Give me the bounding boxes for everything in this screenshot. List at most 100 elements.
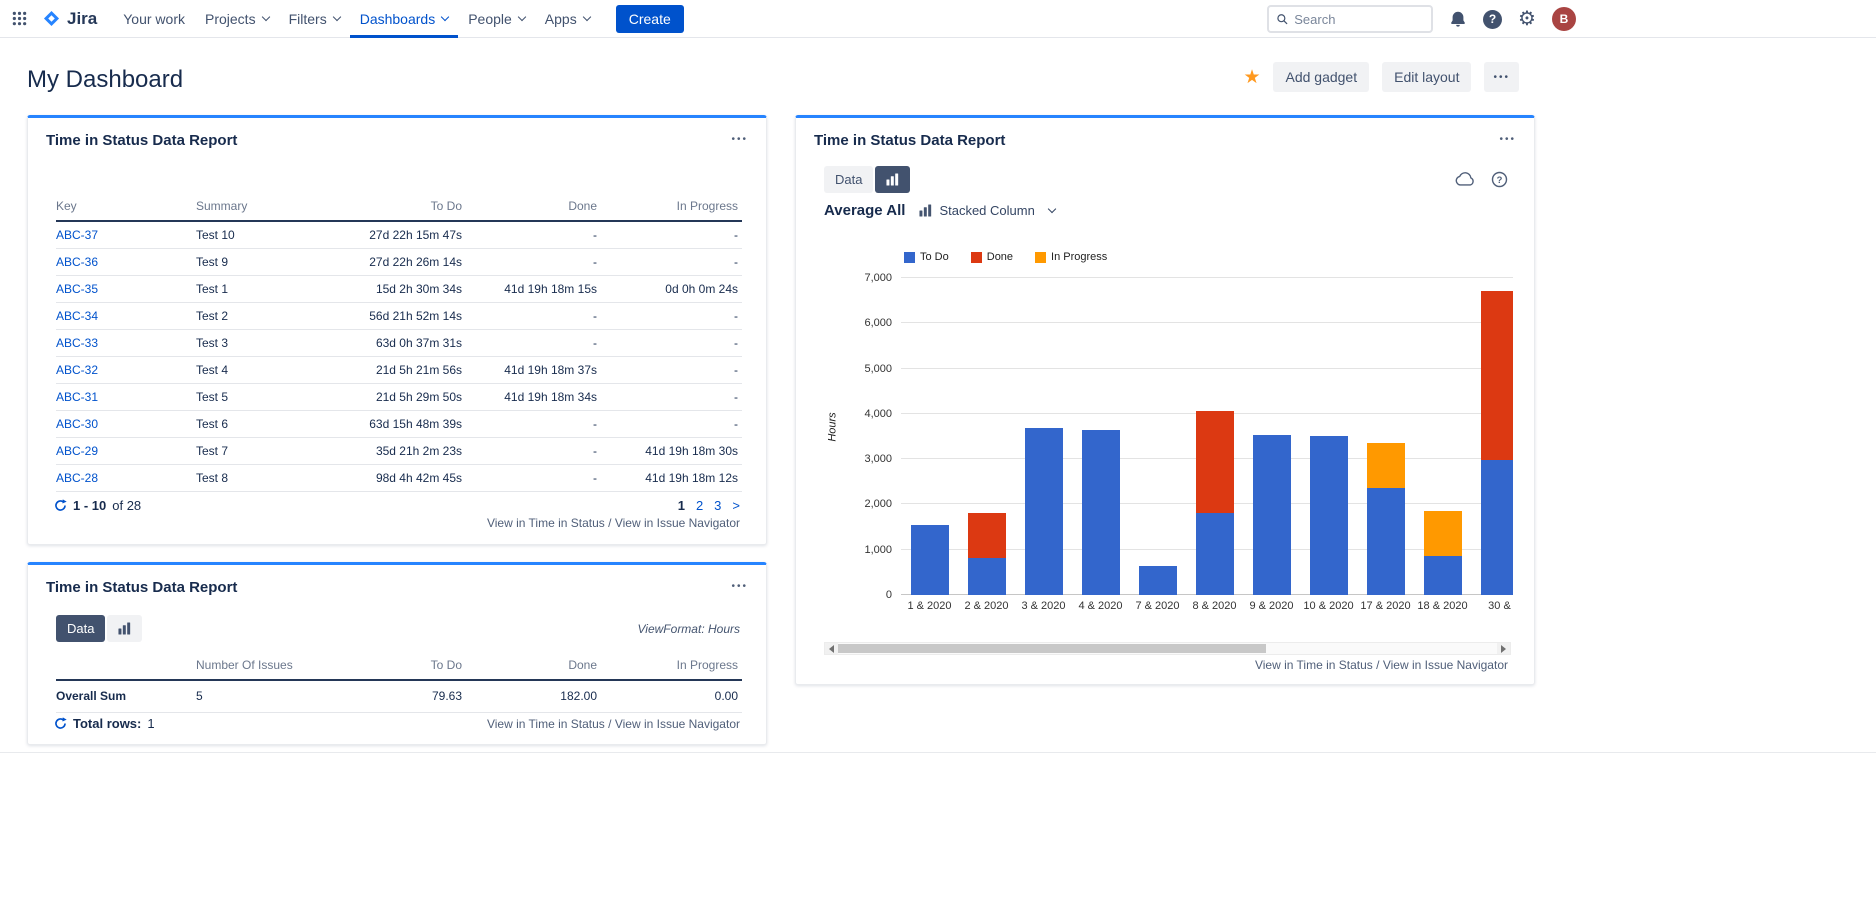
view-in-issue-navigator-link[interactable]: View in Issue Navigator [615,516,740,530]
nav-item-apps[interactable]: Apps [535,0,600,38]
help-icon[interactable]: ? [1483,10,1502,29]
stacked-bar[interactable] [1082,430,1120,595]
issue-key-link[interactable]: ABC-30 [56,417,98,431]
view-in-time-in-status-link[interactable]: View in Time in Status [487,516,605,530]
nav-item-filters[interactable]: Filters [279,0,350,38]
stacked-bar[interactable] [1367,443,1405,595]
view-in-time-in-status-link[interactable]: View in Time in Status [1255,658,1373,672]
key-cell: ABC-28 [56,464,196,491]
stacked-bar[interactable] [1253,435,1291,595]
gadget-more-button[interactable]: ••• [725,575,754,598]
chart-type-dropdown[interactable]: Stacked Column [919,203,1054,218]
settings-gear-icon[interactable]: ⚙ [1516,7,1538,31]
nav-item-projects[interactable]: Projects [195,0,279,38]
stacked-bar[interactable] [1424,511,1462,595]
stacked-bar[interactable] [1196,411,1234,595]
export-cloud-button[interactable] [1454,172,1475,187]
bar-segment-to-do[interactable] [1481,460,1514,595]
refresh-icon[interactable] [54,717,67,730]
bar-segment-to-do[interactable] [1082,430,1120,595]
issue-key-link[interactable]: ABC-32 [56,363,98,377]
chart-plot-area [901,278,1513,595]
stacked-bar[interactable] [968,513,1006,595]
stacked-bar[interactable] [1310,436,1348,595]
search-box[interactable] [1267,5,1433,33]
stacked-bar[interactable] [911,525,949,595]
issue-key-link[interactable]: ABC-29 [56,444,98,458]
bar-segment-to-do[interactable] [1139,566,1177,595]
gadget-more-button[interactable]: ••• [1493,128,1522,151]
time-cell: 41d 19h 18m 37s [466,356,601,383]
bar-segment-done[interactable] [968,513,1006,558]
nav-item-your-work[interactable]: Your work [113,0,195,38]
svg-text:?: ? [1497,175,1503,186]
data-view-button[interactable]: Data [56,615,105,642]
add-gadget-button[interactable]: Add gadget [1273,62,1369,92]
notifications-button[interactable] [1447,8,1469,30]
scrollbar-track[interactable] [838,643,1497,654]
chart-tools: ? [1454,171,1508,188]
nav-right-cluster: ? ⚙ B [1267,0,1576,38]
chart-view-button[interactable] [107,615,142,642]
scrollbar-thumb[interactable] [838,644,1266,653]
app-switcher-button[interactable] [10,9,29,28]
next-page-button[interactable]: > [732,498,740,513]
jira-logo[interactable]: Jira [41,8,97,29]
issue-key-link[interactable]: ABC-34 [56,309,98,323]
column-header: Key [56,194,196,221]
create-button[interactable]: Create [616,5,684,33]
time-cell: 41d 19h 18m 30s [601,437,742,464]
bar-segment-to-do[interactable] [968,558,1006,595]
nav-item-dashboards[interactable]: Dashboards [350,0,459,38]
page-2[interactable]: 2 [696,498,703,513]
x-axis-label: 9 & 2020 [1243,600,1300,612]
issue-key-link[interactable]: ABC-28 [56,471,98,485]
key-cell: ABC-30 [56,410,196,437]
stacked-bar[interactable] [1139,566,1177,595]
bar-segment-to-do[interactable] [1367,488,1405,595]
mini-chart-icon [919,204,932,217]
page-actions: ★ Add gadget Edit layout ••• [1243,62,1519,92]
column-header: To Do [326,194,466,221]
total-rows-value: 1 [147,716,154,731]
bar-segment-in-progress[interactable] [1367,443,1405,488]
legend-label: In Progress [1051,251,1107,263]
bar-segment-done[interactable] [1481,291,1514,460]
summary-footer: Total rows: 1 View in Time in Status / V… [54,716,740,731]
search-input[interactable] [1294,12,1424,27]
edit-layout-button[interactable]: Edit layout [1382,62,1471,92]
issue-key-link[interactable]: ABC-37 [56,228,98,242]
view-in-issue-navigator-link[interactable]: View in Issue Navigator [1383,658,1508,672]
page-3[interactable]: 3 [714,498,721,513]
bar-segment-in-progress[interactable] [1424,511,1462,555]
dashboard-more-button[interactable]: ••• [1484,62,1519,92]
nav-item-people[interactable]: People [458,0,535,38]
view-in-issue-navigator-link[interactable]: View in Issue Navigator [615,717,740,731]
chart-horizontal-scrollbar[interactable] [824,642,1511,655]
avatar[interactable]: B [1552,7,1576,31]
bar-segment-done[interactable] [1196,411,1234,513]
bar-segment-to-do[interactable] [1025,428,1063,595]
scroll-right-button[interactable] [1497,643,1510,654]
link-separator: / [605,717,615,731]
bar-segment-to-do[interactable] [1253,435,1291,595]
stacked-bar[interactable] [1025,428,1063,595]
view-in-time-in-status-link[interactable]: View in Time in Status [487,717,605,731]
bar-segment-to-do[interactable] [1196,513,1234,595]
issue-key-link[interactable]: ABC-35 [56,282,98,296]
bar-segment-to-do[interactable] [1424,556,1462,595]
chart-view-button[interactable] [875,166,910,193]
key-cell: ABC-33 [56,329,196,356]
bar-segment-to-do[interactable] [1310,436,1348,595]
issue-key-link[interactable]: ABC-36 [56,255,98,269]
stacked-bar[interactable] [1481,291,1514,595]
issue-key-link[interactable]: ABC-31 [56,390,98,404]
gadget-more-button[interactable]: ••• [725,128,754,151]
scroll-left-button[interactable] [825,643,838,654]
issue-key-link[interactable]: ABC-33 [56,336,98,350]
data-view-button[interactable]: Data [824,166,873,193]
bar-segment-to-do[interactable] [911,525,949,595]
favorite-star-icon[interactable]: ★ [1243,68,1260,87]
refresh-icon[interactable] [54,499,67,512]
chart-help-button[interactable]: ? [1491,171,1508,188]
